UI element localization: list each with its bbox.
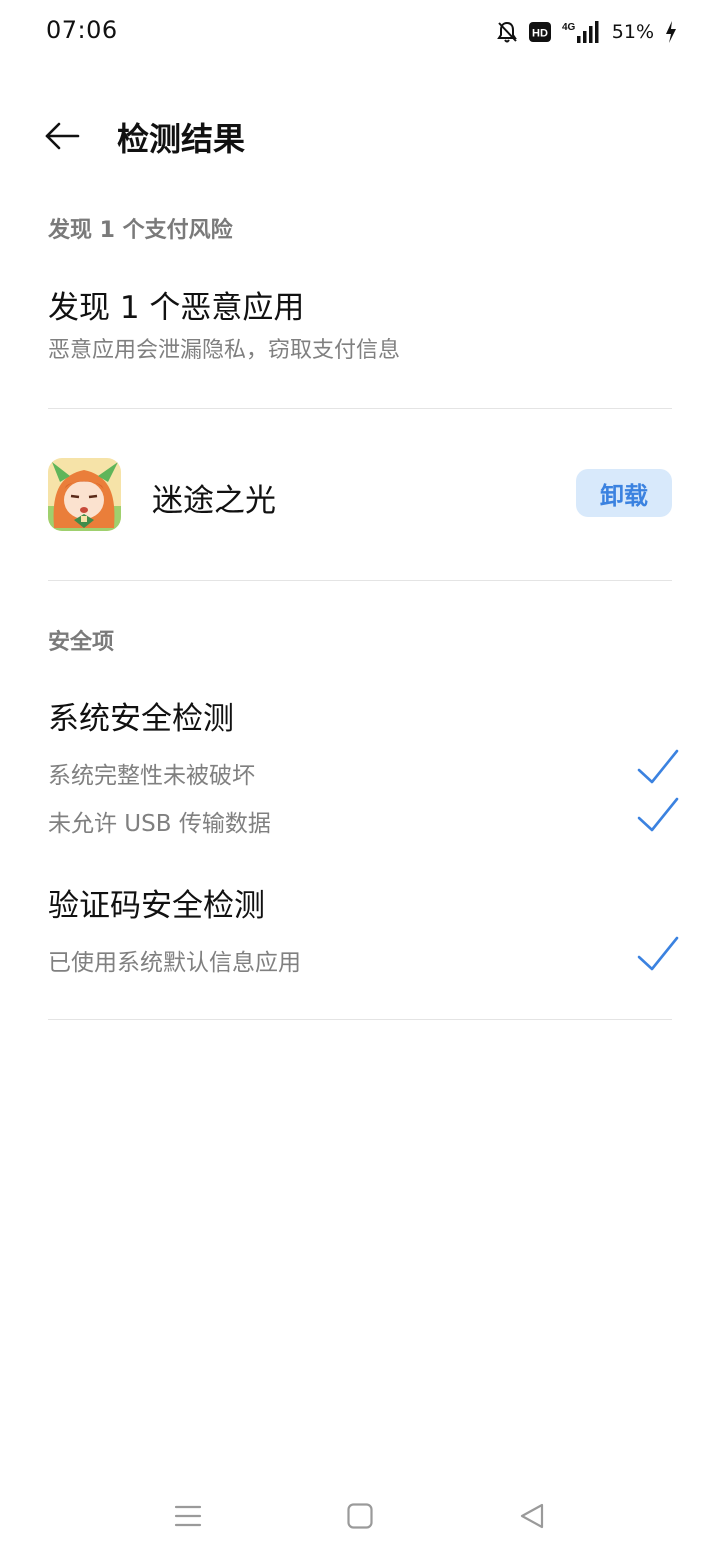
page-title: 检测结果 (117, 120, 246, 158)
app-name: 迷途之光 (152, 483, 276, 519)
signal-4g-icon: 4G (562, 20, 602, 44)
security-section-label: 安全项 (48, 630, 115, 655)
risk-section-label: 发现 1 个支付风险 (48, 218, 233, 243)
hd-icon: HD (528, 21, 552, 43)
app-icon (48, 458, 121, 531)
back-triangle-icon (520, 1503, 544, 1529)
risk-title: 发现 1 个恶意应用 (48, 290, 305, 326)
navigation-bar (0, 1480, 720, 1560)
risk-description: 恶意应用会泄漏隐私，窃取支付信息 (48, 338, 401, 363)
checkmark-icon (637, 936, 679, 971)
arrow-left-icon (45, 122, 80, 150)
security-group-title: 验证码安全检测 (48, 888, 265, 924)
svg-text:HD: HD (532, 28, 548, 40)
security-check-item: 未允许 USB 传输数据 (0, 797, 720, 840)
security-check-text: 系统完整性未被破坏 (48, 763, 255, 789)
malicious-app-row: 迷途之光 卸载 (0, 450, 720, 540)
status-bar: 07:06 HD 4G 51% (0, 0, 720, 64)
home-icon (347, 1503, 373, 1529)
back-button[interactable] (38, 112, 86, 160)
security-check-item: 已使用系统默认信息应用 (0, 936, 720, 979)
uninstall-button[interactable]: 卸载 (576, 469, 672, 517)
battery-charging-icon (664, 20, 678, 44)
recents-button[interactable] (162, 1494, 214, 1538)
security-check-text: 已使用系统默认信息应用 (48, 950, 301, 976)
checkmark-icon (637, 749, 679, 784)
menu-icon (174, 1505, 202, 1527)
home-button[interactable] (334, 1494, 386, 1538)
status-icons: HD 4G 51% (496, 18, 678, 46)
bell-off-icon (496, 20, 518, 44)
security-group-title: 系统安全检测 (48, 701, 234, 737)
network-type-text: 4G (562, 22, 576, 33)
checkmark-icon (637, 797, 679, 832)
divider (48, 1019, 672, 1020)
security-check-text: 未允许 USB 传输数据 (48, 811, 271, 837)
nav-back-button[interactable] (506, 1494, 558, 1538)
battery-percent: 51% (611, 21, 654, 43)
divider (48, 580, 672, 581)
status-time: 07:06 (46, 16, 118, 44)
title-bar: 检测结果 (0, 100, 720, 170)
divider (48, 408, 672, 409)
security-check-item: 系统完整性未被破坏 (0, 749, 720, 792)
